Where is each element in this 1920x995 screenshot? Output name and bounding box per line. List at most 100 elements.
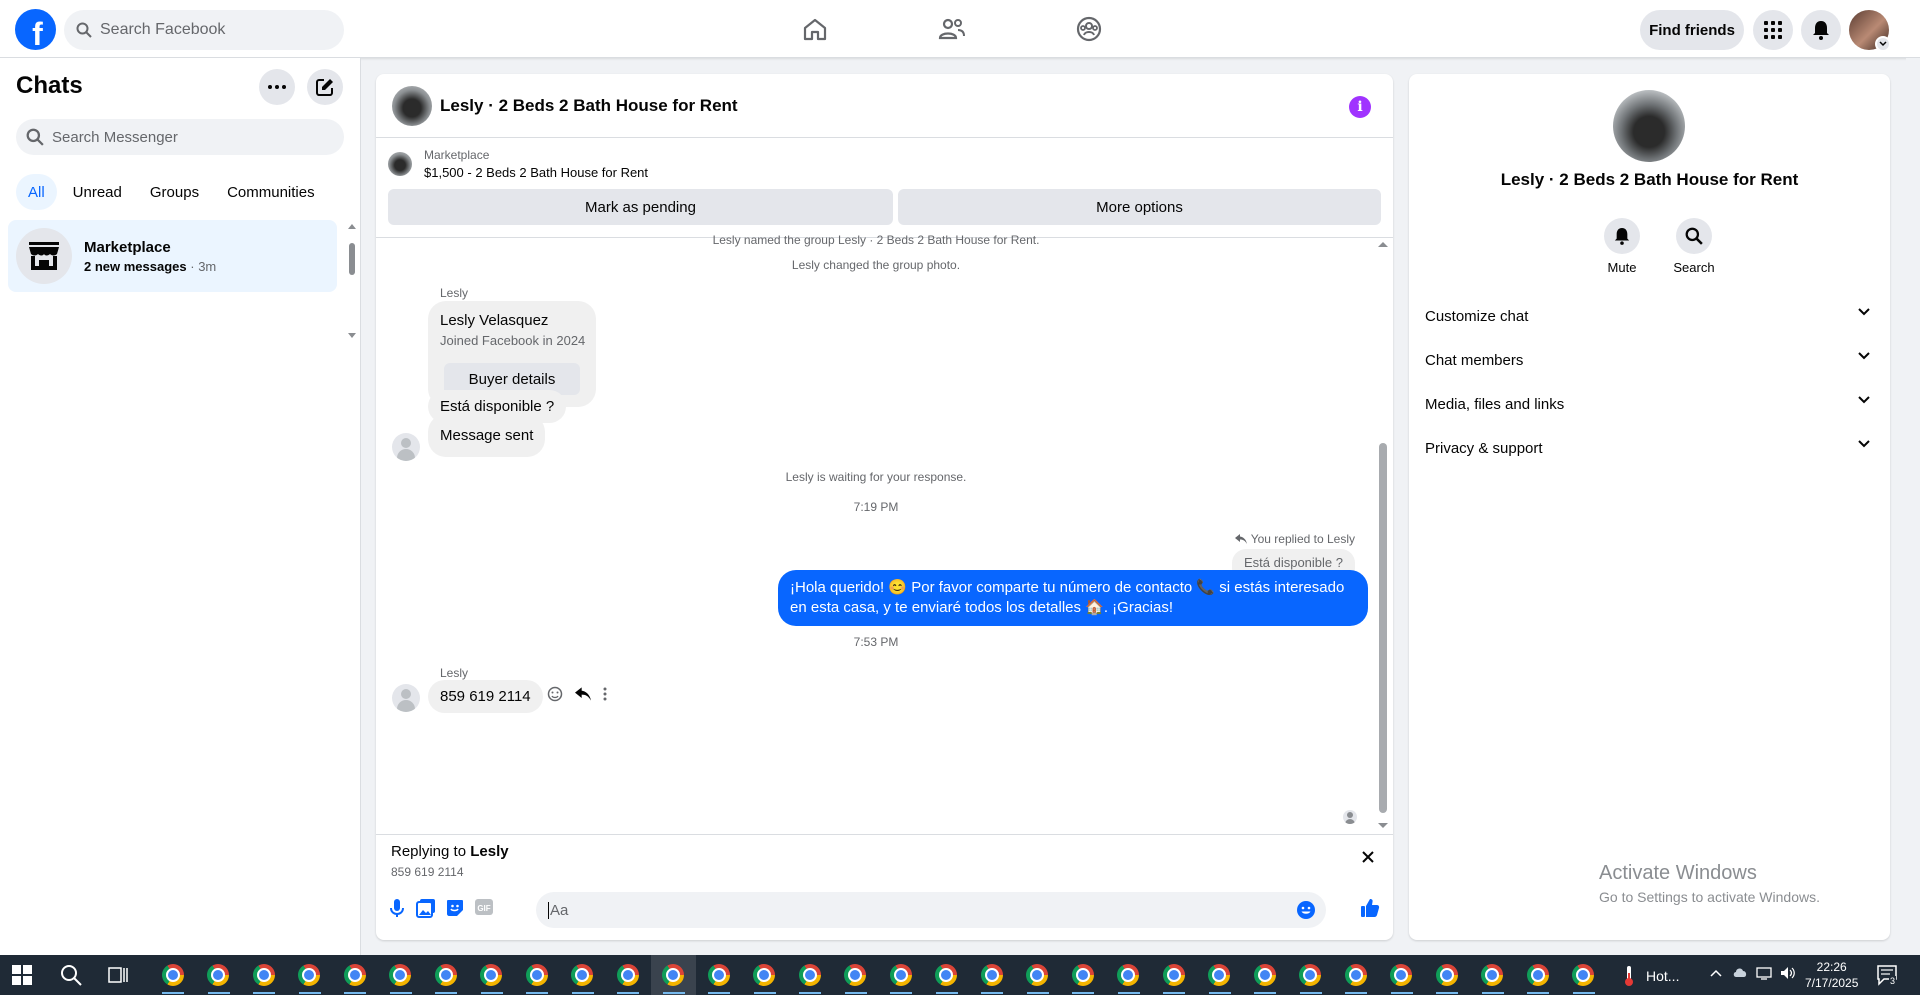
taskbar-chrome-7[interactable]	[423, 955, 469, 995]
taskbar-chrome-29[interactable]	[1424, 955, 1470, 995]
taskbar-chrome-1[interactable]	[150, 955, 196, 995]
taskbar-chrome-2[interactable]	[196, 955, 242, 995]
taskbar-clock[interactable]: 22:26 7/17/2025	[1805, 959, 1858, 991]
more-vertical-icon	[603, 687, 607, 701]
taskbar-chrome-16[interactable]	[833, 955, 879, 995]
emoji-button[interactable]	[1296, 900, 1316, 920]
replying-to-bar: Replying to Lesly 859 619 2114	[376, 834, 1393, 884]
marketplace-listing-banner[interactable]: Marketplace $1,500 - 2 Beds 2 Bath House…	[388, 148, 648, 180]
scrollbar-thumb[interactable]	[349, 243, 355, 275]
chat-list-item-marketplace[interactable]: Marketplace 2 new messages · 3m	[8, 220, 337, 292]
sticker-button[interactable]	[445, 898, 465, 918]
taskbar-chrome-23[interactable]	[1151, 955, 1197, 995]
info-avatar[interactable]	[1613, 90, 1685, 162]
taskbar-chrome-30[interactable]	[1470, 955, 1516, 995]
taskbar-chrome-21[interactable]	[1060, 955, 1106, 995]
mark-as-pending-button[interactable]: Mark as pending	[388, 189, 893, 225]
taskbar-chrome-26[interactable]	[1288, 955, 1334, 995]
taskbar-chrome-3[interactable]	[241, 955, 287, 995]
chat-list-scrollbar[interactable]	[348, 223, 356, 338]
customize-chat-label: Customize chat	[1425, 307, 1529, 325]
customize-chat-row[interactable]: Customize chat	[1417, 294, 1882, 338]
facebook-logo[interactable]: f	[15, 9, 56, 50]
cancel-reply-button[interactable]	[1362, 851, 1374, 863]
conversation-title[interactable]: Lesly · 2 Beds 2 Bath House for Rent	[440, 96, 738, 116]
more-message-actions-button[interactable]	[603, 687, 607, 701]
account-menu-caret[interactable]	[1875, 36, 1891, 52]
taskbar-chrome-11[interactable]	[605, 955, 651, 995]
find-friends-button[interactable]: Find friends	[1640, 10, 1744, 50]
taskbar-chrome-17[interactable]	[878, 955, 924, 995]
chrome-icon	[844, 964, 867, 986]
taskbar-chrome-10[interactable]	[560, 955, 606, 995]
taskbar-weather[interactable]: Hot...	[1622, 965, 1679, 987]
taskbar-chrome-28[interactable]	[1379, 955, 1425, 995]
taskbar-chrome-19[interactable]	[969, 955, 1015, 995]
message-input[interactable]: Aa	[536, 892, 1326, 928]
taskbar-chrome-12-active[interactable]	[650, 955, 696, 995]
menu-button[interactable]	[1753, 10, 1793, 50]
incoming-message-sent[interactable]: Message sent	[428, 414, 546, 457]
filter-groups[interactable]: Groups	[138, 174, 211, 210]
search-in-conversation-button[interactable]	[1676, 218, 1712, 254]
search-action[interactable]: Search	[1664, 218, 1724, 275]
filter-unread[interactable]: Unread	[61, 174, 134, 210]
filter-communities[interactable]: Communities	[215, 174, 327, 210]
sender-avatar-2[interactable]	[392, 684, 420, 712]
taskbar-chrome-13[interactable]	[696, 955, 742, 995]
thread-scrollbar-thumb[interactable]	[1379, 443, 1387, 813]
filter-all[interactable]: All	[16, 174, 57, 210]
taskbar-chrome-6[interactable]	[378, 955, 424, 995]
attach-media-button[interactable]	[416, 898, 436, 918]
nav-groups[interactable]	[1034, 0, 1144, 58]
taskbar-chrome-5[interactable]	[332, 955, 378, 995]
taskbar-chrome-4[interactable]	[287, 955, 333, 995]
nav-friends[interactable]	[897, 0, 1007, 58]
react-button[interactable]	[547, 686, 563, 702]
mute-button[interactable]	[1604, 218, 1640, 254]
taskbar-chrome-14[interactable]	[742, 955, 788, 995]
chrome-icon	[571, 964, 594, 986]
chrome-icon	[662, 964, 685, 986]
taskbar-search-button[interactable]	[60, 964, 82, 986]
taskbar-chrome-31[interactable]	[1515, 955, 1561, 995]
taskbar-chrome-32[interactable]	[1561, 955, 1607, 995]
nav-home[interactable]	[760, 0, 870, 58]
voice-clip-button[interactable]	[390, 898, 404, 918]
outgoing-message[interactable]: ¡Hola querido! 😊 Por favor comparte tu n…	[778, 570, 1368, 626]
chrome-icon	[161, 964, 184, 986]
taskbar-chrome-15[interactable]	[787, 955, 833, 995]
new-message-button[interactable]	[307, 69, 343, 105]
thread-scrollbar[interactable]	[1376, 238, 1388, 835]
marketplace-avatar	[16, 228, 72, 284]
taskbar-chrome-18[interactable]	[924, 955, 970, 995]
task-view-button[interactable]	[108, 965, 128, 985]
more-options-button[interactable]: More options	[898, 189, 1381, 225]
send-like-button[interactable]	[1360, 898, 1380, 918]
taskbar-chrome-22[interactable]	[1106, 955, 1152, 995]
start-button[interactable]	[12, 965, 32, 985]
gif-button[interactable]: GIF	[474, 898, 494, 916]
taskbar-chrome-25[interactable]	[1242, 955, 1288, 995]
incoming-message-phone[interactable]: 859 619 2114	[428, 680, 543, 713]
taskbar-chrome-20[interactable]	[1015, 955, 1061, 995]
conversation-avatar[interactable]	[392, 85, 432, 126]
chat-members-row[interactable]: Chat members	[1417, 338, 1882, 382]
page-scrollbar[interactable]	[1906, 58, 1920, 955]
action-center-button[interactable]: 3	[1876, 964, 1898, 986]
facebook-search-input[interactable]: Search Facebook	[64, 10, 344, 50]
reply-button[interactable]	[575, 687, 591, 701]
taskbar-chrome-9[interactable]	[514, 955, 560, 995]
taskbar-chrome-24[interactable]	[1197, 955, 1243, 995]
taskbar-chrome-27[interactable]	[1333, 955, 1379, 995]
sender-avatar[interactable]	[392, 433, 420, 461]
chats-options-button[interactable]	[259, 69, 295, 105]
mute-action[interactable]: Mute	[1592, 218, 1652, 275]
privacy-support-row[interactable]: Privacy & support	[1417, 426, 1882, 470]
conversation-info-button[interactable]: i	[1349, 96, 1371, 118]
chrome-icon	[980, 964, 1003, 986]
taskbar-chrome-8[interactable]	[469, 955, 515, 995]
messenger-search-input[interactable]: Search Messenger	[16, 119, 344, 155]
media-files-links-row[interactable]: Media, files and links	[1417, 382, 1882, 426]
notifications-button[interactable]	[1801, 10, 1841, 50]
